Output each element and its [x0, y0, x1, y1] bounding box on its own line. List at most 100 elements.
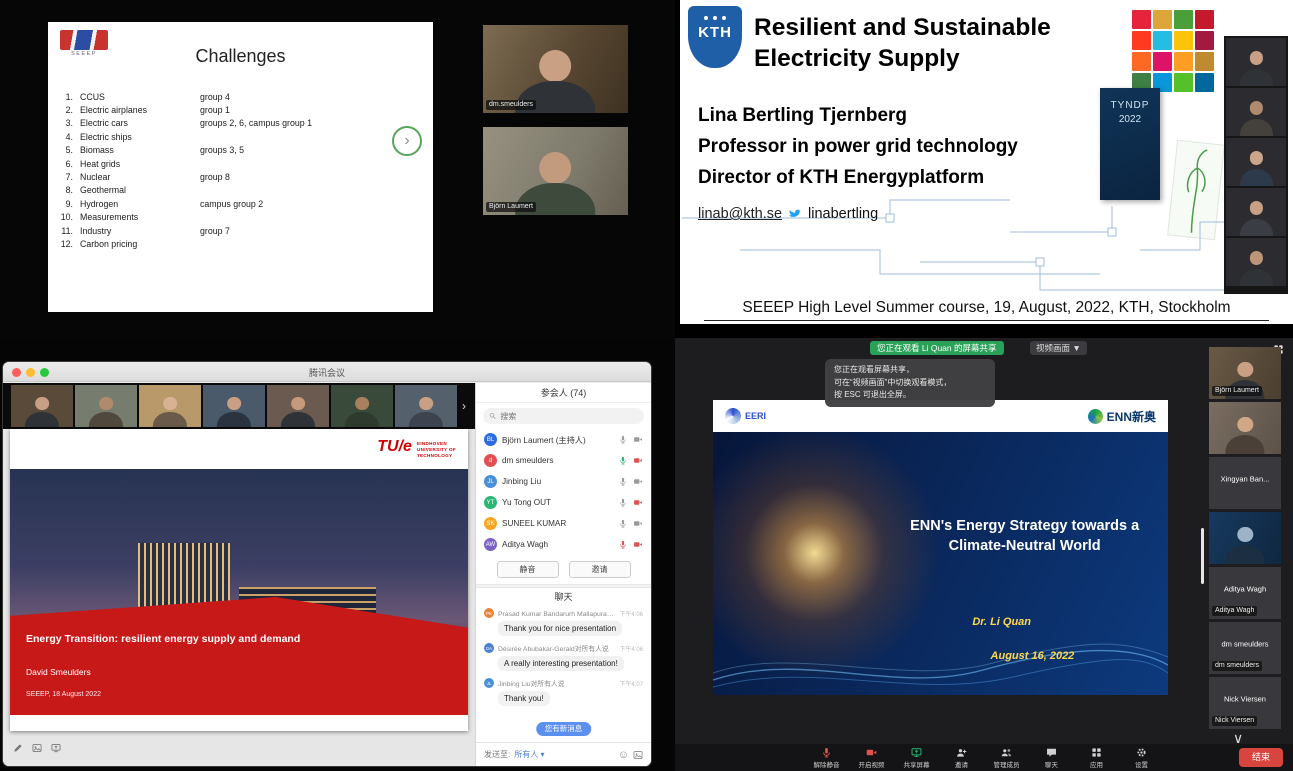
- share-screen-button[interactable]: 共享屏幕: [902, 747, 932, 769]
- participant-name-label: Aditya Wagh: [1212, 606, 1257, 616]
- sdg-tile: [1174, 31, 1193, 50]
- participant-video[interactable]: [1209, 512, 1281, 564]
- watching-share-banner: 您正在观看 Li Quan 的屏幕共享: [870, 341, 1004, 355]
- shared-slide-enn: EERI ENN新奥 ENN's Energy Strategy towards…: [713, 400, 1168, 695]
- tyndp-report-cover: TYNDP 2022: [1100, 88, 1160, 200]
- search-input[interactable]: [500, 412, 638, 421]
- gallery-video[interactable]: [267, 385, 329, 427]
- participant-video[interactable]: [1226, 38, 1286, 86]
- participant-video[interactable]: [1226, 188, 1286, 236]
- enn-logo: ENN新奥: [1088, 408, 1156, 425]
- participant-video[interactable]: [1226, 138, 1286, 186]
- message-sender: Désirée Abubakar-Gerald对所有人说: [498, 643, 615, 653]
- gallery-next-icon[interactable]: ›: [462, 399, 466, 413]
- start-video-button[interactable]: 开启视频: [857, 747, 887, 769]
- participant-row[interactable]: YT Yu Tong OUT: [476, 492, 651, 513]
- sdg-tile: [1195, 10, 1214, 29]
- sdg-tile: [1195, 52, 1214, 71]
- mic-off-icon: [618, 540, 628, 549]
- participant-name-card[interactable]: Xingyan Ban...: [1209, 457, 1281, 509]
- next-slide-button[interactable]: ›: [392, 126, 422, 156]
- challenge-item: 6.Heat grids: [56, 157, 428, 170]
- participant-video-bjorn-laumert[interactable]: Björn Laumert: [483, 127, 628, 215]
- chat-message: PK Prasad Kumar Bandarurh Mallapura对所有人说…: [484, 608, 643, 636]
- participant-row[interactable]: BL Björn Laumert (主持人): [476, 429, 651, 450]
- invite-button[interactable]: 邀请: [569, 561, 631, 578]
- mute-button[interactable]: 静音: [497, 561, 559, 578]
- sdg-tile: [1132, 52, 1151, 71]
- participant-video-dm-smeulders[interactable]: dm.smeulders: [483, 25, 628, 113]
- participants-sidebar: Björn Laumert Xingyan Ban... Aditya Wagh…: [1209, 347, 1281, 737]
- tooltip: 您正在观看屏幕共享， 可在“视频画面”中切换观看模式， 按 ESC 可退出全屏。: [825, 359, 995, 407]
- participant-row[interactable]: SK SUNEEL KUMAR: [476, 513, 651, 534]
- email-address: linab@kth.se: [698, 206, 782, 222]
- send-to-label: 发送至:: [484, 749, 510, 760]
- mic-icon: [618, 519, 628, 528]
- chat-message: JL Jinbing Liu对所有人说 下午4:07 Thank you!: [484, 678, 643, 706]
- mic-icon: [618, 435, 628, 444]
- invite-button[interactable]: 邀请: [947, 747, 977, 769]
- gallery-video[interactable]: [75, 385, 137, 427]
- pen-icon[interactable]: [13, 743, 23, 753]
- participant-row[interactable]: d dm smeulders: [476, 450, 651, 471]
- challenge-item: 11.Industrygroup 7: [56, 224, 428, 237]
- sdg-tile: [1174, 52, 1193, 71]
- challenge-item: 1.CCUSgroup 4: [56, 90, 428, 103]
- search-icon: [489, 412, 496, 420]
- participant-video[interactable]: [1226, 238, 1286, 286]
- meeting-toolbar: 解除静音 开启视频 共享屏幕 邀请 管理成员 聊天: [675, 744, 1293, 771]
- apps-button[interactable]: 应用: [1082, 747, 1112, 769]
- twitter-handle: linabertling: [808, 206, 878, 222]
- message-text: Thank you!: [498, 691, 550, 706]
- chat-button[interactable]: 聊天: [1037, 747, 1067, 769]
- avatar: YT: [484, 496, 497, 509]
- invite-icon: [956, 747, 967, 758]
- sdg-tile: [1195, 73, 1214, 92]
- avatar: BL: [484, 433, 497, 446]
- mic-icon: [618, 477, 628, 486]
- avatar: JL: [484, 475, 497, 488]
- annotation-toolbar: [13, 743, 61, 753]
- shared-slide-challenges: SEEEP Challenges 1.CCUSgroup 4 2.Electri…: [48, 22, 433, 312]
- participant-name-card[interactable]: Nick Viersen Nick Viersen: [1209, 677, 1281, 729]
- slide-speaker: Dr. Li Quan: [972, 616, 1031, 628]
- gallery-video[interactable]: [395, 385, 457, 427]
- participant-name-card[interactable]: Aditya Wagh Aditya Wagh: [1209, 567, 1281, 619]
- unmute-button[interactable]: 解除静音: [812, 747, 842, 769]
- image-attach-icon[interactable]: [633, 750, 643, 760]
- screen-share-icon[interactable]: [51, 743, 61, 753]
- send-to-selector[interactable]: 所有人 ▾: [514, 749, 544, 760]
- kth-logo: KTH: [688, 6, 742, 68]
- image-icon[interactable]: [32, 743, 42, 753]
- participant-name-label: dm.smeulders: [486, 100, 536, 110]
- avatar: PK: [484, 608, 494, 618]
- gallery-video[interactable]: [11, 385, 73, 427]
- slide-title: Challenges: [48, 46, 433, 67]
- window-titlebar[interactable]: 腾讯会议: [3, 362, 651, 382]
- speaker-role-1: Professor in power grid technology: [698, 131, 1018, 162]
- gallery-video[interactable]: [139, 385, 201, 427]
- speaker-role-2: Director of KTH Energyplatform: [698, 162, 1018, 193]
- end-meeting-button[interactable]: 结束: [1239, 748, 1283, 767]
- sidebar-scrollbar[interactable]: [1201, 528, 1204, 584]
- participant-row[interactable]: JL Jinbing Liu: [476, 471, 651, 492]
- gallery-video[interactable]: [331, 385, 393, 427]
- participant-name-label: Nick Viersen: [1212, 716, 1257, 726]
- emoji-icon[interactable]: ☺: [618, 749, 629, 761]
- settings-button[interactable]: 设置: [1127, 747, 1157, 769]
- participant-video[interactable]: [1226, 88, 1286, 136]
- view-mode-dropdown[interactable]: 视频画面 ▼: [1030, 341, 1087, 355]
- manage-members-button[interactable]: 管理成员: [992, 747, 1022, 769]
- meeting-window: 腾讯会议 › TU/e: [3, 362, 651, 766]
- message-time: 下午4:06: [619, 609, 643, 618]
- message-text: A really interesting presentation!: [498, 656, 624, 671]
- participant-video[interactable]: Björn Laumert: [1209, 347, 1281, 399]
- camera-icon: [633, 519, 643, 528]
- new-message-notice[interactable]: 您有新消息: [536, 722, 592, 736]
- participant-name-card[interactable]: dm smeulders dm smeulders: [1209, 622, 1281, 674]
- participant-video[interactable]: [1209, 402, 1281, 454]
- slide-speaker: David Smeulders: [26, 667, 91, 677]
- gallery-video[interactable]: [203, 385, 265, 427]
- participant-row[interactable]: AW Aditya Wagh: [476, 534, 651, 555]
- search-box[interactable]: [483, 408, 644, 424]
